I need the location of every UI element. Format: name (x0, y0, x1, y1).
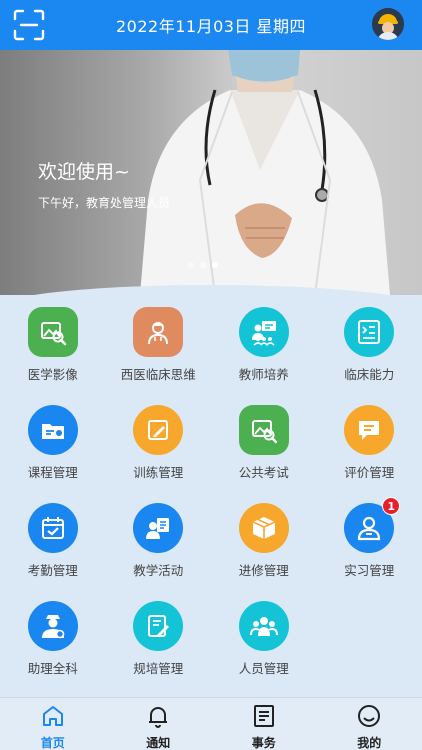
carousel-dot[interactable] (200, 262, 206, 268)
grid-item-label: 人员管理 (238, 661, 289, 676)
grid-item[interactable]: 教师培养 (211, 307, 317, 405)
date-title: 2022年11月03日 星期四 (115, 17, 307, 36)
grid-item-label: 评价管理 (344, 465, 395, 480)
grid-item[interactable]: 医学影像 (0, 307, 106, 405)
document-icon (251, 703, 277, 733)
grid-item-label: 教学活动 (133, 563, 184, 578)
carousel-dot[interactable] (188, 262, 194, 268)
grid-item-label: 教师培养 (238, 367, 289, 382)
grid-item[interactable]: 进修管理 (211, 503, 317, 601)
clinical-skill-icon (344, 307, 395, 357)
bottom-nav: 首页 通知 事务 我的 (0, 697, 422, 750)
grid-item[interactable]: 1 实习管理 (317, 497, 422, 601)
function-grid: 医学影像 西医临床思维 教师培养 临床能力课程管理 训练管理 公共考试 评价管理考勤管理 教学… (0, 307, 422, 699)
image-search-icon (27, 307, 78, 357)
calendar-check-icon (27, 503, 78, 553)
grid-item[interactable]: 西医临床思维 (106, 307, 212, 405)
welcome-banner[interactable]: 欢迎使用~ 下午好，教育处管理人员 (0, 50, 422, 295)
grid-item[interactable]: 公共考试 (211, 405, 317, 503)
grid-item-label: 课程管理 (27, 465, 78, 480)
user-avatar[interactable] (372, 8, 404, 40)
assistant-doctor-icon (27, 601, 78, 651)
grid-item[interactable]: 评价管理 (317, 405, 422, 503)
intern-user-icon: 1 (344, 497, 401, 553)
notification-badge: 1 (382, 497, 401, 515)
teacher-icon (238, 307, 289, 357)
grid-item-label: 规培管理 (133, 661, 184, 676)
grid-item-label: 考勤管理 (27, 563, 78, 578)
grid-item[interactable]: 课程管理 (0, 405, 106, 503)
nav-label: 首页 (40, 736, 65, 750)
grid-item[interactable]: 临床能力 (317, 307, 422, 405)
teaching-activity-icon (133, 503, 184, 553)
function-grid-panel: 医学影像 西医临床思维 教师培养 临床能力课程管理 训练管理 公共考试 评价管理考勤管理 教学… (0, 285, 422, 697)
nav-item[interactable]: 我的 (317, 698, 422, 750)
grid-item-label: 助理全科 (27, 661, 78, 676)
grid-item-label: 训练管理 (133, 465, 184, 480)
people-group-icon (238, 601, 289, 651)
nav-label: 我的 (357, 736, 382, 750)
nav-item[interactable]: 通知 (106, 698, 212, 750)
standard-training-icon (133, 601, 184, 651)
nav-item[interactable]: 首页 (0, 698, 106, 750)
profile-icon (356, 703, 382, 733)
nav-label: 事务 (251, 736, 276, 750)
nav-item[interactable]: 事务 (211, 698, 317, 750)
grid-item[interactable]: 教学活动 (106, 503, 212, 601)
doctor-icon (133, 307, 184, 357)
grid-item[interactable]: 规培管理 (106, 601, 212, 699)
carousel-dot-active[interactable] (212, 262, 218, 268)
top-bar: 2022年11月03日 星期四 (0, 0, 422, 50)
home-icon (40, 703, 66, 733)
banner-greeting: 下午好，教育处管理人员 (38, 196, 171, 210)
exam-image-icon (238, 405, 289, 455)
carousel-indicator (188, 262, 218, 268)
nav-label: 通知 (146, 736, 171, 750)
grid-item-label: 公共考试 (238, 465, 289, 480)
bell-icon (145, 703, 171, 733)
grid-item-label: 临床能力 (344, 367, 395, 382)
grid-item-label: 实习管理 (344, 563, 395, 578)
grid-item[interactable]: 助理全科 (0, 601, 106, 699)
grid-item-label: 西医临床思维 (120, 367, 196, 382)
comment-icon (344, 405, 395, 455)
training-edit-icon (133, 405, 184, 455)
grid-item[interactable]: 考勤管理 (0, 503, 106, 601)
grid-item[interactable]: 人员管理 (211, 601, 317, 699)
grid-item-label: 进修管理 (238, 563, 289, 578)
banner-title: 欢迎使用~ (38, 161, 130, 183)
grid-item[interactable]: 训练管理 (106, 405, 212, 503)
package-icon (238, 503, 289, 553)
course-folder-icon (27, 405, 78, 455)
grid-item-label: 医学影像 (27, 367, 78, 382)
